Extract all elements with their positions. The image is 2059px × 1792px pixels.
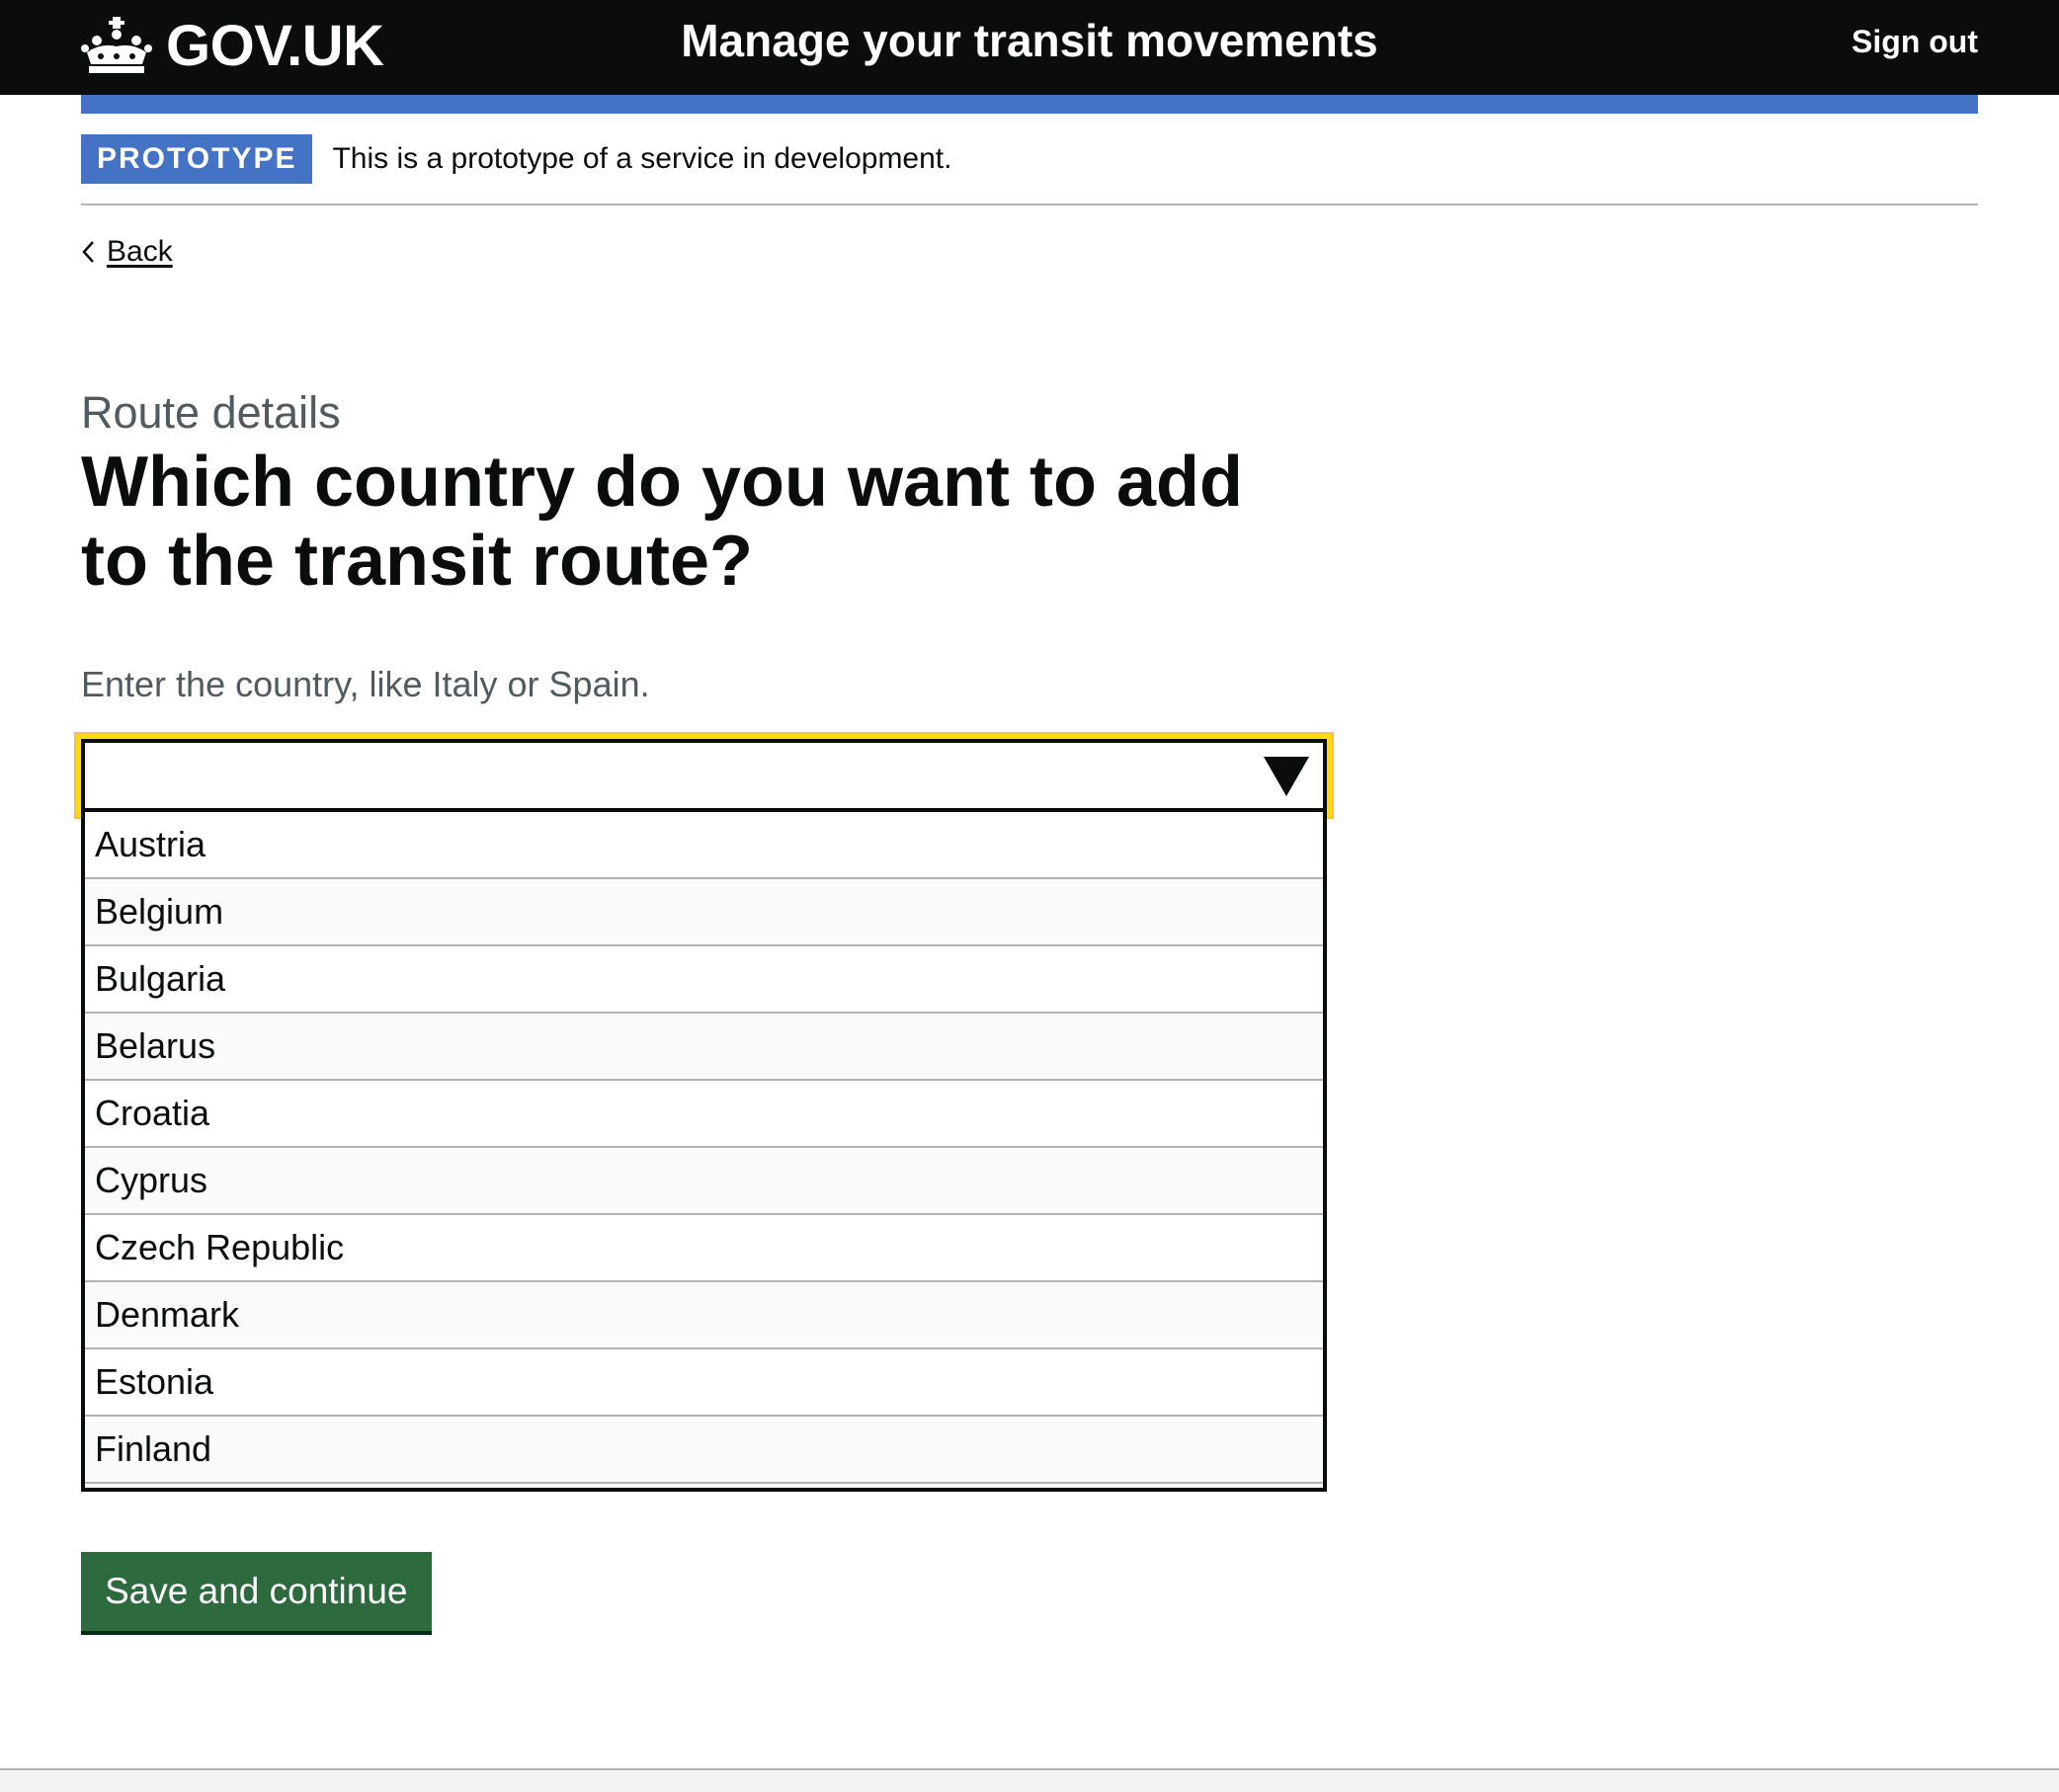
list-option[interactable]: Cyprus bbox=[85, 1148, 1323, 1215]
list-option[interactable]: Finland bbox=[85, 1417, 1323, 1484]
list-option[interactable]: Croatia bbox=[85, 1081, 1323, 1148]
list-option[interactable]: Denmark bbox=[85, 1282, 1323, 1349]
phase-banner-text: This is a prototype of a service in deve… bbox=[332, 142, 952, 175]
phase-tag: PROTOTYPE bbox=[81, 134, 313, 184]
dropdown-arrow-icon[interactable] bbox=[1264, 757, 1309, 796]
footer-divider bbox=[0, 1768, 2059, 1792]
sign-out-link[interactable]: Sign out bbox=[1852, 24, 1978, 60]
site-header: GOV.UK Manage your transit movements Sig… bbox=[0, 0, 2059, 95]
back-link-label: Back bbox=[107, 235, 173, 268]
header-accent-bar bbox=[81, 95, 1978, 114]
field-hint: Enter the country, like Italy or Spain. bbox=[81, 664, 650, 704]
phase-banner: PROTOTYPE This is a prototype of a servi… bbox=[81, 134, 1978, 205]
save-and-continue-button[interactable]: Save and continue bbox=[81, 1552, 432, 1631]
service-name[interactable]: Manage your transit movements bbox=[0, 14, 2059, 67]
list-option[interactable]: Belgium bbox=[85, 879, 1323, 946]
back-link[interactable]: Back bbox=[81, 235, 173, 269]
list-option[interactable]: Estonia bbox=[85, 1349, 1323, 1417]
page-caption: Route details bbox=[81, 387, 341, 438]
chevron-left-icon bbox=[82, 241, 94, 263]
list-option[interactable]: Austria bbox=[85, 812, 1323, 879]
list-option[interactable]: Bulgaria bbox=[85, 946, 1323, 1014]
country-listbox: Austria Belgium Bulgaria Belarus Croatia… bbox=[81, 808, 1327, 1492]
list-option[interactable]: Czech Republic bbox=[85, 1215, 1323, 1282]
page-title: Which country do you want to add to the … bbox=[81, 443, 1243, 601]
list-option[interactable]: Belarus bbox=[85, 1014, 1323, 1081]
country-combobox-input[interactable] bbox=[81, 739, 1327, 812]
